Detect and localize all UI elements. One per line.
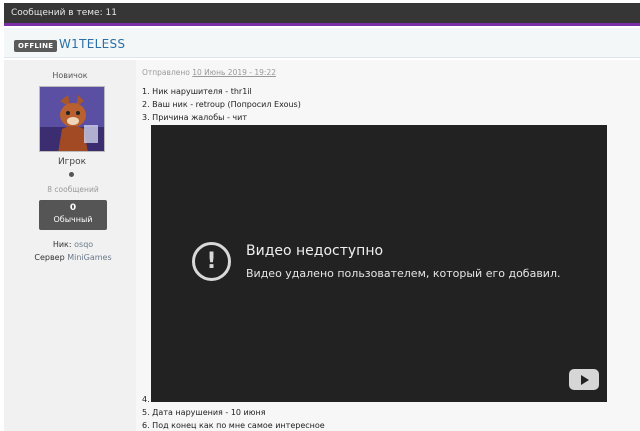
author-name-link[interactable]: W1TELESS <box>59 37 125 51</box>
nick-label: Ник: <box>52 240 72 249</box>
post-line: 1. Ник нарушителя - thr1il <box>142 87 252 96</box>
post-date: Отправлено 10 Июнь 2019 - 19:22 <box>142 68 276 77</box>
user-server-field: Сервер MiniGames <box>0 253 146 262</box>
online-status-dot <box>69 172 74 177</box>
post-line: 6. Под конец как по мне самое интересное <box>142 421 325 430</box>
youtube-play-icon[interactable] <box>569 369 599 390</box>
post-line: 3. Причина жалобы - чит <box>142 113 247 122</box>
reputation-box: 0 Обычный <box>39 200 107 230</box>
topic-bar: Сообщений в теме: 11 <box>4 3 640 26</box>
avatar-image <box>40 87 104 151</box>
server-label: Сервер <box>34 253 65 262</box>
post-line: 2. Ваш ник - retroup (Попросил Exous) <box>142 100 301 109</box>
user-group: Игрок <box>57 157 87 167</box>
warning-circle-icon: ! <box>192 242 231 281</box>
avatar[interactable] <box>39 86 105 152</box>
reputation-value: 0 <box>69 203 77 213</box>
posts-in-topic-count: Сообщений в теме: 11 <box>11 8 117 18</box>
post-date-link[interactable]: 10 Июнь 2019 - 19:22 <box>192 68 276 77</box>
video-unavailable-subtitle: Видео удалено пользователем, который его… <box>246 267 561 280</box>
post-date-prefix: Отправлено <box>142 68 193 77</box>
user-rank-title: Новичок <box>52 71 88 80</box>
user-posts-count: 8 сообщений <box>47 185 99 194</box>
reputation-label: Обычный <box>53 215 93 224</box>
post-line: 5. Дата нарушения - 10 июня <box>142 408 266 417</box>
user-nick-field: Ник: osqo <box>0 240 146 249</box>
embedded-video[interactable]: ! Видео недоступно Видео удалено пользов… <box>151 125 607 402</box>
nick-value: osqo <box>74 240 94 249</box>
post-line: 4. <box>142 395 150 404</box>
status-badge: OFFLINE <box>14 40 58 52</box>
video-unavailable-title: Видео недоступно <box>246 243 384 259</box>
server-value: MiniGames <box>67 253 112 262</box>
post-header: OFFLINE W1TELESS <box>4 28 640 58</box>
